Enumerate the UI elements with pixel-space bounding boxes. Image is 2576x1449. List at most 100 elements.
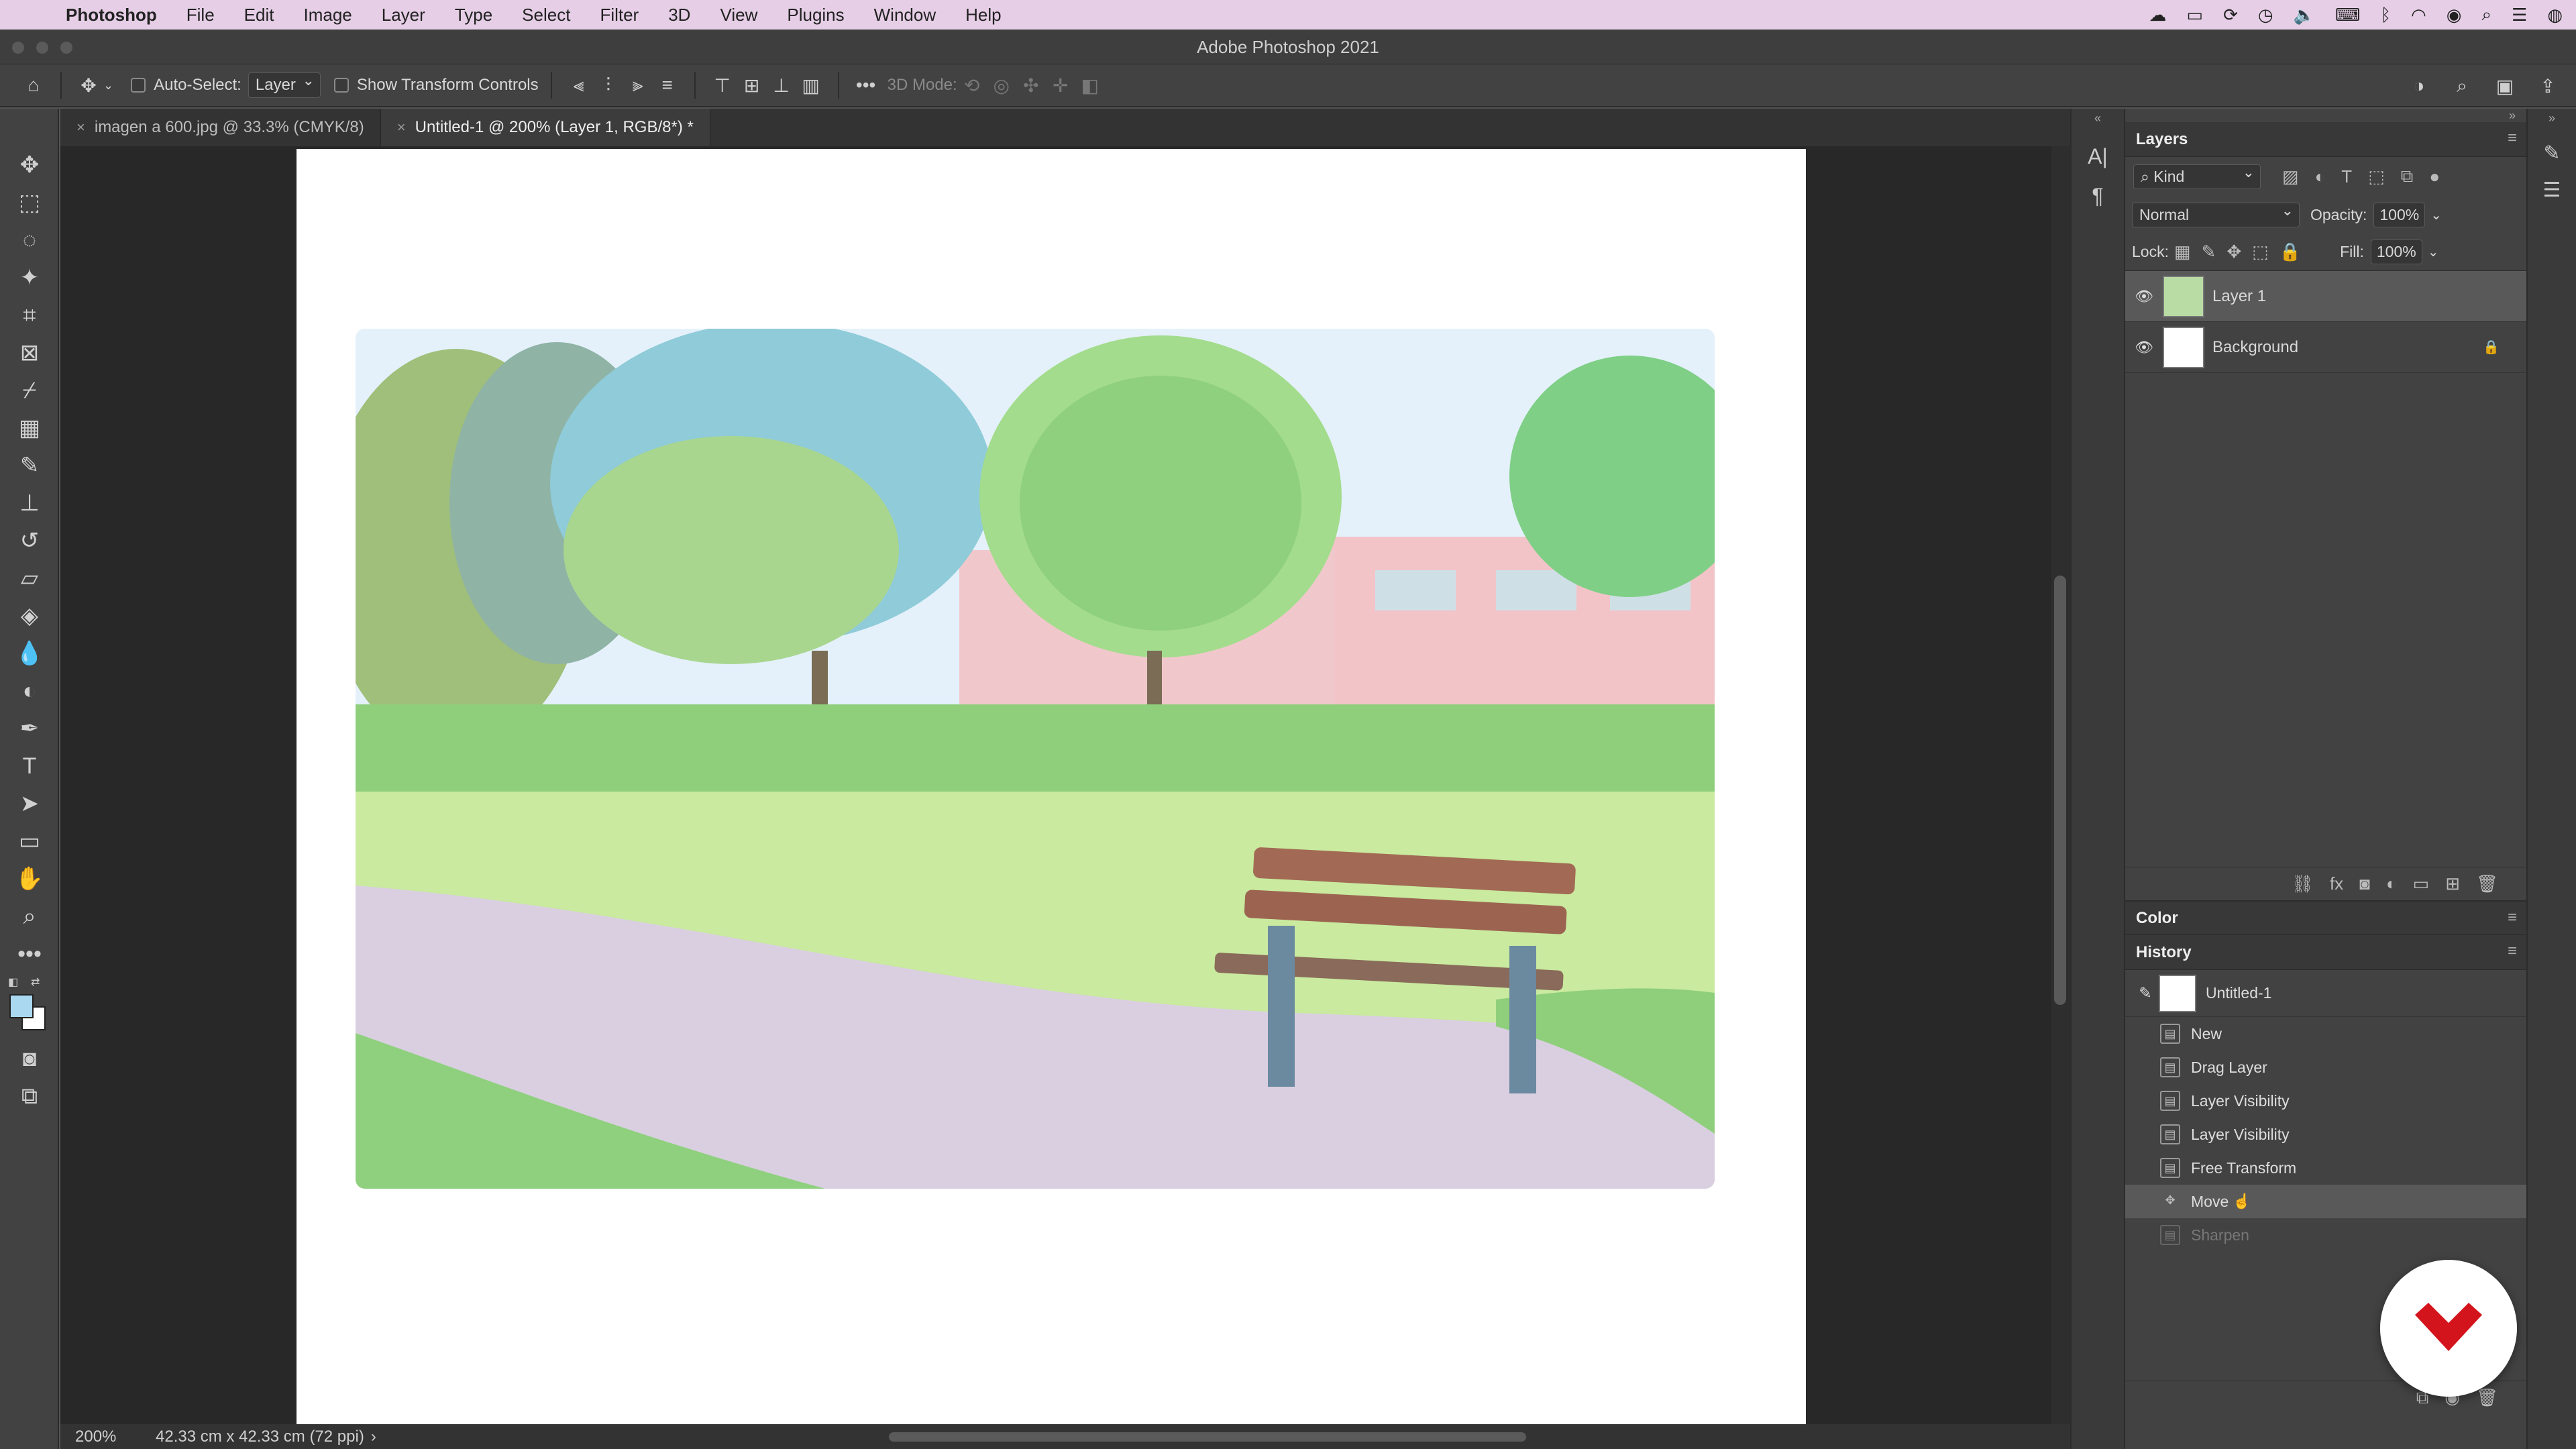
panel-menu-icon[interactable]: ≡ (2508, 908, 2517, 927)
history-state[interactable]: ▤ Free Transform (2125, 1151, 2526, 1185)
history-state-active[interactable]: ✥ Move ☝ (2125, 1185, 2526, 1218)
default-colors-icon[interactable]: ◧ (8, 975, 18, 989)
pen-tool-icon[interactable]: ✒ (0, 710, 59, 747)
stamp-tool-icon[interactable]: ⊥ (0, 484, 59, 522)
history-state[interactable]: ▤ Drag Layer (2125, 1051, 2526, 1084)
align-center-icon[interactable]: ⫶ (594, 70, 623, 100)
opacity-input[interactable]: 100% (2373, 202, 2426, 227)
magic-wand-tool-icon[interactable]: ✦ (0, 259, 59, 297)
distribute-vertical-icon[interactable]: ▥ (796, 70, 826, 100)
swap-colors-icon[interactable]: ⇄ (31, 975, 40, 989)
align-bottom-icon[interactable]: ⊥ (767, 70, 796, 100)
new-group-icon[interactable]: ▭ (2413, 873, 2430, 894)
more-options-icon[interactable]: ••• (851, 70, 881, 100)
lock-image-icon[interactable]: ✎ (2202, 241, 2216, 262)
tab-untitled-1[interactable]: × Untitled-1 @ 200% (Layer 1, RGB/8*) * (380, 109, 710, 146)
filter-pixel-icon[interactable]: ▨ (2282, 166, 2299, 187)
close-window-button[interactable] (12, 42, 24, 54)
history-snapshot[interactable]: ✎ Untitled-1 (2125, 970, 2526, 1017)
collapse-icon[interactable]: » (2528, 109, 2576, 125)
document-info[interactable]: 42.33 cm x 42.33 cm (72 ppi) (156, 1428, 364, 1446)
menu-help[interactable]: Help (965, 5, 1001, 25)
paint-bucket-tool-icon[interactable]: ◈ (0, 597, 59, 635)
menu-plugins[interactable]: Plugins (787, 5, 844, 25)
layer-filter-kind-dropdown[interactable]: ⌕ Kind (2133, 164, 2261, 189)
history-state-undone[interactable]: ▤ Sharpen (2125, 1218, 2526, 1252)
layer-name[interactable]: Background (2212, 338, 2298, 357)
move-tool-preset-icon[interactable]: ✥ (74, 70, 103, 100)
brush-settings-icon[interactable]: ✎ (2528, 142, 2576, 165)
distribute-icon[interactable]: ≡ (653, 70, 682, 100)
layer-row-background[interactable]: 👁 Background 🔒 (2125, 322, 2526, 373)
crop-tool-icon[interactable]: ⌗ (0, 297, 59, 334)
clock-icon[interactable]: ◷ (2258, 5, 2273, 25)
chevron-down-icon[interactable]: ⌄ (103, 78, 113, 93)
auto-select-dropdown[interactable]: Layer (248, 72, 321, 98)
align-right-icon[interactable]: ⫸ (623, 70, 653, 100)
menu-image[interactable]: Image (303, 5, 352, 25)
move-tool-icon[interactable]: ✥ (0, 146, 59, 184)
share-user-icon[interactable]: ◑ (2404, 71, 2434, 101)
filter-adjustment-icon[interactable]: ◐ (2315, 166, 2326, 187)
chevron-right-icon[interactable]: › (371, 1428, 376, 1446)
lock-position-icon[interactable]: ✥ (2226, 241, 2241, 262)
canvas-area[interactable] (60, 146, 2051, 1424)
menu-edit[interactable]: Edit (244, 5, 274, 25)
zoom-tool-icon[interactable]: ⌕ (0, 898, 59, 935)
blur-tool-icon[interactable]: 💧 (0, 635, 59, 672)
menu-type[interactable]: Type (455, 5, 492, 25)
align-left-icon[interactable]: ⫷ (564, 70, 594, 100)
new-layer-icon[interactable]: ⊞ (2445, 873, 2460, 894)
keyboard-icon[interactable]: ⌨ (2335, 5, 2361, 25)
visibility-eye-icon[interactable]: 👁 (2125, 288, 2163, 305)
properties-icon[interactable]: ☰ (2528, 178, 2576, 202)
color-panel-header[interactable]: Color ≡ (2125, 900, 2526, 935)
rectangle-tool-icon[interactable]: ▭ (0, 822, 59, 860)
slide-3d-icon[interactable]: ✛ (1046, 70, 1075, 100)
bluetooth-icon[interactable]: ᛒ (2380, 5, 2391, 25)
history-state[interactable]: ▤ Layer Visibility (2125, 1118, 2526, 1151)
brush-tool-icon[interactable]: ✎ (0, 447, 59, 484)
layers-panel-header[interactable]: Layers ≡ (2125, 122, 2526, 157)
add-mask-icon[interactable]: ◙ (2359, 873, 2370, 894)
frame-tool-icon[interactable]: ⊠ (0, 334, 59, 372)
creative-cloud-icon[interactable]: ☁ (2149, 5, 2166, 25)
filter-shape-icon[interactable]: ⬚ (2368, 166, 2385, 187)
show-transform-checkbox[interactable] (333, 78, 349, 93)
filter-type-icon[interactable]: T (2341, 166, 2352, 187)
menu-app-name[interactable]: Photoshop (66, 5, 157, 25)
fill-chevron-icon[interactable]: ⌄ (2428, 244, 2439, 260)
spotlight-search-icon[interactable]: ⌕ (2481, 4, 2491, 25)
panel-menu-icon[interactable]: ≡ (2508, 942, 2517, 961)
character-panel-icon[interactable]: A| (2072, 144, 2124, 169)
menu-select[interactable]: Select (522, 5, 570, 25)
user-icon[interactable]: ◉ (2447, 5, 2462, 25)
auto-select-checkbox[interactable] (131, 78, 146, 93)
wifi-icon[interactable]: ◠ (2411, 5, 2426, 25)
opacity-chevron-icon[interactable]: ⌄ (2430, 207, 2442, 223)
roll-3d-icon[interactable]: ◎ (987, 70, 1016, 100)
home-icon[interactable]: ⌂ (19, 70, 48, 100)
vertical-scrollbar[interactable] (2051, 146, 2070, 1424)
volume-icon[interactable]: 🔈 (2294, 5, 2315, 25)
menu-layer[interactable]: Layer (382, 5, 425, 25)
menu-filter[interactable]: Filter (600, 5, 639, 25)
orbit-3d-icon[interactable]: ⟲ (957, 70, 987, 100)
filter-toggle-icon[interactable]: ● (2429, 166, 2440, 187)
eyedropper-tool-icon[interactable]: ⌿ (0, 372, 59, 409)
share-icon[interactable]: ⇪ (2533, 71, 2563, 101)
hand-tool-icon[interactable]: ✋ (0, 860, 59, 898)
fill-input[interactable]: 100% (2370, 239, 2422, 264)
tab-imagen-600[interactable]: × imagen a 600.jpg @ 33.3% (CMYK/8) (60, 109, 381, 146)
history-state[interactable]: ▤ New (2125, 1017, 2526, 1051)
eraser-tool-icon[interactable]: ▱ (0, 559, 59, 597)
blend-mode-dropdown[interactable]: Normal (2132, 202, 2300, 227)
history-brush-source-icon[interactable]: ✎ (2132, 984, 2159, 1002)
document-canvas[interactable] (297, 149, 1806, 1424)
foreground-color-swatch[interactable] (9, 994, 34, 1018)
lock-transparent-icon[interactable]: ▦ (2174, 241, 2191, 262)
dodge-tool-icon[interactable]: ◐ (0, 672, 59, 710)
close-tab-icon[interactable]: × (397, 119, 406, 136)
link-layers-icon[interactable]: ⛓ (2292, 873, 2314, 894)
drag-3d-icon[interactable]: ✣ (1016, 70, 1046, 100)
